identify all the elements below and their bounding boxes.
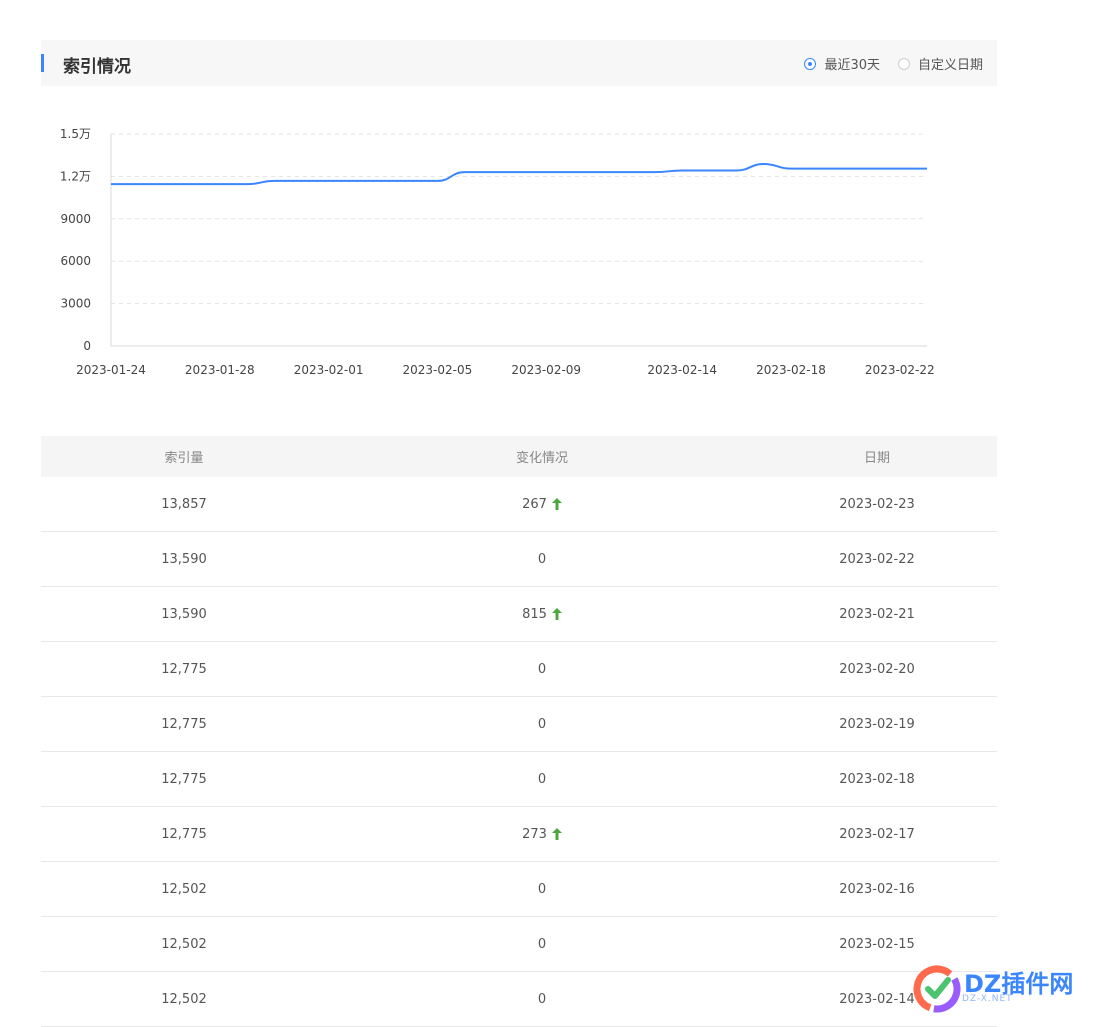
change-cell: 267 xyxy=(327,477,757,531)
table-row: 12,775 0 2023-02-20 xyxy=(41,642,997,697)
table-row: 12,775 0 2023-02-19 xyxy=(41,697,997,752)
change-value: 815 xyxy=(522,606,547,622)
y-tick-label: 0 xyxy=(83,339,91,353)
y-tick-label: 9000 xyxy=(60,212,91,226)
index-count-cell: 12,502 xyxy=(161,936,207,952)
change-value: 273 xyxy=(522,826,547,842)
index-line-chart: 0 3000 6000 9000 1.2万 1.5万 2023-01-24 2023-01-2… xyxy=(60,127,935,377)
change-cell: 815 xyxy=(327,587,757,641)
x-tick-label: 2023-02-14 xyxy=(647,363,717,377)
column-header-change: 变化情况 xyxy=(515,451,568,466)
x-tick-label: 2023-02-05 xyxy=(403,363,473,377)
x-tick-label: 2023-01-28 xyxy=(185,363,255,377)
change-cell: 0 xyxy=(327,697,757,751)
date-cell: 2023-02-23 xyxy=(839,496,915,512)
radio-label: 最近30天 xyxy=(824,58,880,73)
change-cell: 0 xyxy=(327,642,757,696)
date-cell: 2023-02-19 xyxy=(839,716,915,732)
change-cell: 0 xyxy=(327,752,757,806)
table-row: 12,775 0 2023-02-18 xyxy=(41,752,997,807)
x-tick-label: 2023-02-18 xyxy=(756,363,826,377)
radio-last-30-days[interactable]: 最近30天 xyxy=(804,54,880,73)
y-tick-label: 3000 xyxy=(60,297,91,311)
radio-custom-date[interactable]: 自定义日期 xyxy=(897,54,983,73)
index-count-cell: 12,775 xyxy=(161,771,207,787)
index-count-cell: 12,502 xyxy=(161,881,207,897)
arrow-up-icon xyxy=(551,498,562,510)
column-header-count: 索引量 xyxy=(164,451,204,466)
watermark-logo: DZ插件网 DZ-X.NET xyxy=(912,960,1112,1021)
index-count-cell: 13,590 xyxy=(161,606,207,622)
change-value: 0 xyxy=(537,936,547,952)
table-row: 12,775 273 2023-02-17 xyxy=(41,807,997,862)
y-tick-label: 6000 xyxy=(60,254,91,268)
change-cell: 273 xyxy=(327,807,757,861)
table-row: 12,502 0 2023-02-16 xyxy=(41,862,997,917)
radio-unchecked-icon[interactable] xyxy=(897,57,910,70)
index-count-cell: 12,775 xyxy=(161,716,207,732)
x-tick-label: 2023-02-01 xyxy=(294,363,364,377)
arrow-up-icon xyxy=(551,828,562,840)
accent-bar xyxy=(41,54,44,72)
section-header: 索引情况 最近30天 自定义日期 xyxy=(41,40,997,86)
table-header: 索引量 变化情况 日期 xyxy=(41,436,997,477)
table-row: 13,590 815 2023-02-21 xyxy=(41,587,997,642)
change-cell: 0 xyxy=(327,862,757,916)
change-value: 0 xyxy=(537,716,547,732)
radio-checked-icon[interactable] xyxy=(804,57,817,70)
table-row: 12,502 0 2023-02-14 xyxy=(41,972,997,1027)
series-line xyxy=(111,162,927,186)
x-tick-label: 2023-02-09 xyxy=(511,363,581,377)
change-cell: 0 xyxy=(327,972,757,1026)
change-value: 0 xyxy=(537,771,547,787)
date-cell: 2023-02-20 xyxy=(839,661,915,677)
watermark-subtext: DZ-X.NET xyxy=(962,994,1013,1004)
table-body: 13,857 267 2023-02-23 13,590 0 2023-02-22 13,5… xyxy=(41,477,997,1027)
x-tick-label: 2023-01-24 xyxy=(76,363,146,377)
date-range-radio-group: 最近30天 自定义日期 xyxy=(786,54,983,73)
logo-icon xyxy=(913,965,961,1013)
column-header-date: 日期 xyxy=(863,451,890,466)
change-value: 0 xyxy=(537,551,547,567)
change-cell: 0 xyxy=(327,917,757,971)
table-row: 13,590 0 2023-02-22 xyxy=(41,532,997,587)
change-value: 0 xyxy=(537,661,547,677)
change-value: 267 xyxy=(522,496,547,512)
index-count-cell: 12,775 xyxy=(161,826,207,842)
date-cell: 2023-02-21 xyxy=(839,606,915,622)
date-cell: 2023-02-18 xyxy=(839,771,915,787)
section-title: 索引情况 xyxy=(63,57,131,77)
y-tick-label: 1.2万 xyxy=(60,169,91,183)
x-tick-label: 2023-02-22 xyxy=(865,363,935,377)
table-row: 13,857 267 2023-02-23 xyxy=(41,477,997,532)
index-count-cell: 12,775 xyxy=(161,661,207,677)
change-cell: 0 xyxy=(327,532,757,586)
change-value: 0 xyxy=(537,881,547,897)
radio-label: 自定义日期 xyxy=(917,58,983,73)
y-tick-label: 1.5万 xyxy=(60,127,91,141)
date-cell: 2023-02-22 xyxy=(839,551,915,567)
index-count-cell: 12,502 xyxy=(161,991,207,1007)
date-cell: 2023-02-16 xyxy=(839,881,915,897)
change-value: 0 xyxy=(537,991,547,1007)
index-count-cell: 13,857 xyxy=(161,496,207,512)
date-cell: 2023-02-17 xyxy=(839,826,915,842)
index-table: 索引量 变化情况 日期 13,857 267 2023-02-23 13,590 0 20… xyxy=(41,436,997,1027)
arrow-up-icon xyxy=(551,608,562,620)
index-count-cell: 13,590 xyxy=(161,551,207,567)
table-row: 12,502 0 2023-02-15 xyxy=(41,917,997,972)
